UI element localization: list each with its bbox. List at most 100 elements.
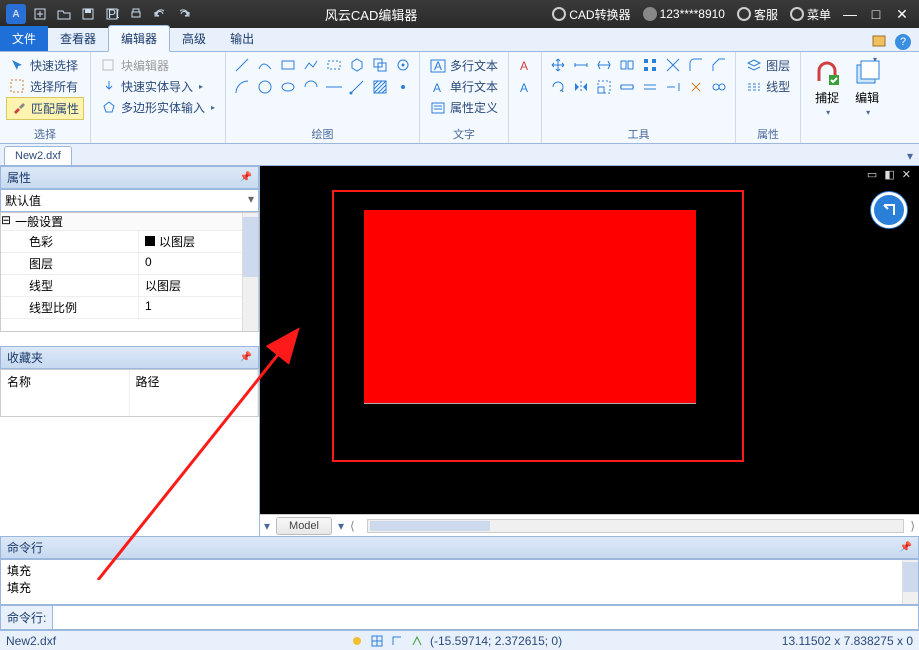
hexagon-icon[interactable] (347, 55, 367, 75)
split-icon[interactable] (617, 55, 637, 75)
status-grid-icon[interactable] (370, 634, 384, 648)
mtext-button[interactable]: A多行文本 (426, 55, 502, 76)
property-row-linescale[interactable]: 线型比例1 (1, 297, 258, 319)
snap-button[interactable]: 捕捉▾ (807, 55, 847, 121)
copy-shape-icon[interactable] (370, 55, 390, 75)
text-a-icon[interactable]: A (515, 55, 535, 75)
spline-icon[interactable] (255, 55, 275, 75)
command-history[interactable]: 填充 填充 (0, 559, 919, 605)
rect-icon[interactable] (278, 55, 298, 75)
modelbar-dropdown2[interactable]: ▾ (338, 519, 344, 533)
linetype-button[interactable]: 线型 (742, 76, 794, 97)
horizontal-scrollbar[interactable] (367, 519, 905, 533)
poly-solid-input-button[interactable]: 多边形实体输入▸ (97, 97, 219, 118)
hatch-icon[interactable] (370, 77, 390, 97)
ray-icon[interactable] (347, 77, 367, 97)
text-a2-icon[interactable]: A (515, 77, 535, 97)
select-all-button[interactable]: 选择所有 (6, 76, 84, 97)
viewport-controls-icon[interactable]: ▭ ◧ ✕ (867, 168, 913, 181)
doctabs-dropdown[interactable]: ▾ (901, 147, 919, 165)
rect2-icon[interactable] (324, 55, 344, 75)
model-tab[interactable]: Model (276, 517, 332, 535)
attrdef-button[interactable]: 属性定义 (426, 97, 502, 118)
quick-solid-import-button[interactable]: 快速实体导入▸ (97, 76, 219, 97)
tab-file[interactable]: 文件 (0, 26, 48, 51)
properties-grid[interactable]: ⊟一般设置 色彩以图层 图层0 线型以图层 线型比例1 (0, 212, 259, 332)
command-input[interactable] (53, 606, 918, 629)
pin-icon[interactable]: 📌 (240, 352, 252, 363)
favorites-grid[interactable]: 名称 路径 (0, 369, 259, 417)
properties-header[interactable]: 属性📌 (0, 166, 259, 189)
move-icon[interactable] (548, 55, 568, 75)
close-button[interactable]: ✕ (891, 4, 913, 24)
mirror-icon[interactable] (571, 77, 591, 97)
property-category[interactable]: ⊟一般设置 (1, 213, 258, 231)
offset-icon[interactable] (640, 77, 660, 97)
pin-icon[interactable]: 📌 (240, 172, 252, 183)
status-ortho-icon[interactable] (390, 634, 404, 648)
tab-advanced[interactable]: 高级 (170, 26, 218, 51)
ellipse-icon[interactable] (278, 77, 298, 97)
open-icon[interactable] (54, 4, 74, 24)
undo-icon[interactable] (150, 4, 170, 24)
maximize-button[interactable]: □ (865, 4, 887, 24)
chamfer-icon[interactable] (709, 55, 729, 75)
new-icon[interactable] (30, 4, 50, 24)
circle-icon[interactable] (255, 77, 275, 97)
property-row-layer[interactable]: 图层0 (1, 253, 258, 275)
minimize-button[interactable]: — (839, 4, 861, 24)
layer-button[interactable]: 图层 (742, 55, 794, 76)
status-light-icon[interactable] (350, 634, 364, 648)
property-row-linetype[interactable]: 线型以图层 (1, 275, 258, 297)
dim2-icon[interactable] (594, 55, 614, 75)
save-icon[interactable] (78, 4, 98, 24)
status-snap-icon[interactable] (410, 634, 424, 648)
arc2-icon[interactable] (301, 77, 321, 97)
explode-icon[interactable] (686, 77, 706, 97)
user-link[interactable]: 123****8910 (643, 7, 725, 21)
quick-select-button[interactable]: 快速选择 (6, 55, 84, 76)
drawing-canvas[interactable]: ▭ ◧ ✕ (260, 166, 919, 514)
drawn-filled-rectangle[interactable] (364, 210, 696, 404)
document-tab[interactable]: New2.dxf (4, 146, 72, 165)
tab-editor[interactable]: 编辑器 (108, 25, 170, 52)
cad-converter-link[interactable]: CAD转换器 (552, 6, 630, 23)
favorites-header[interactable]: 收藏夹📌 (0, 346, 259, 369)
extend-icon[interactable] (663, 77, 683, 97)
join-icon[interactable] (709, 77, 729, 97)
trim-icon[interactable] (663, 55, 683, 75)
tab-viewer[interactable]: 查看器 (48, 26, 108, 51)
menu-link[interactable]: 菜单 (790, 6, 831, 23)
modelbar-dropdown[interactable]: ▾ (264, 519, 270, 533)
stext-button[interactable]: A单行文本 (426, 76, 502, 97)
dim-icon[interactable] (571, 55, 591, 75)
scrollbar[interactable] (242, 213, 258, 331)
pin-icon[interactable]: 📌 (900, 542, 912, 553)
rotate-icon[interactable] (548, 77, 568, 97)
edit-button[interactable]: 编辑▾ (847, 55, 887, 121)
help-icon[interactable]: ? (895, 34, 911, 50)
stretch-icon[interactable] (617, 77, 637, 97)
ucs-badge-icon[interactable] (871, 192, 907, 228)
print-icon[interactable] (126, 4, 146, 24)
polyline-icon[interactable] (301, 55, 321, 75)
array-icon[interactable] (640, 55, 660, 75)
scale-icon[interactable] (594, 77, 614, 97)
save-pdf-icon[interactable]: PDF (102, 4, 122, 24)
palette-icon[interactable]: ▾ (871, 33, 889, 51)
redo-icon[interactable] (174, 4, 194, 24)
point2-icon[interactable] (393, 77, 413, 97)
support-link[interactable]: 客服 (737, 6, 778, 23)
point-icon[interactable] (393, 55, 413, 75)
tab-output[interactable]: 输出 (218, 26, 266, 51)
fillet-icon[interactable] (686, 55, 706, 75)
xline-icon[interactable] (324, 77, 344, 97)
block-editor-button[interactable]: 块编辑器 (97, 55, 219, 76)
match-properties-button[interactable]: 匹配属性 (6, 97, 84, 120)
scrollbar[interactable] (902, 560, 918, 604)
arc-icon[interactable] (232, 77, 252, 97)
property-row-color[interactable]: 色彩以图层 (1, 231, 258, 253)
command-header[interactable]: 命令行📌 (0, 536, 919, 559)
line-icon[interactable] (232, 55, 252, 75)
properties-filter-combo[interactable]: 默认值▾ (0, 189, 259, 212)
